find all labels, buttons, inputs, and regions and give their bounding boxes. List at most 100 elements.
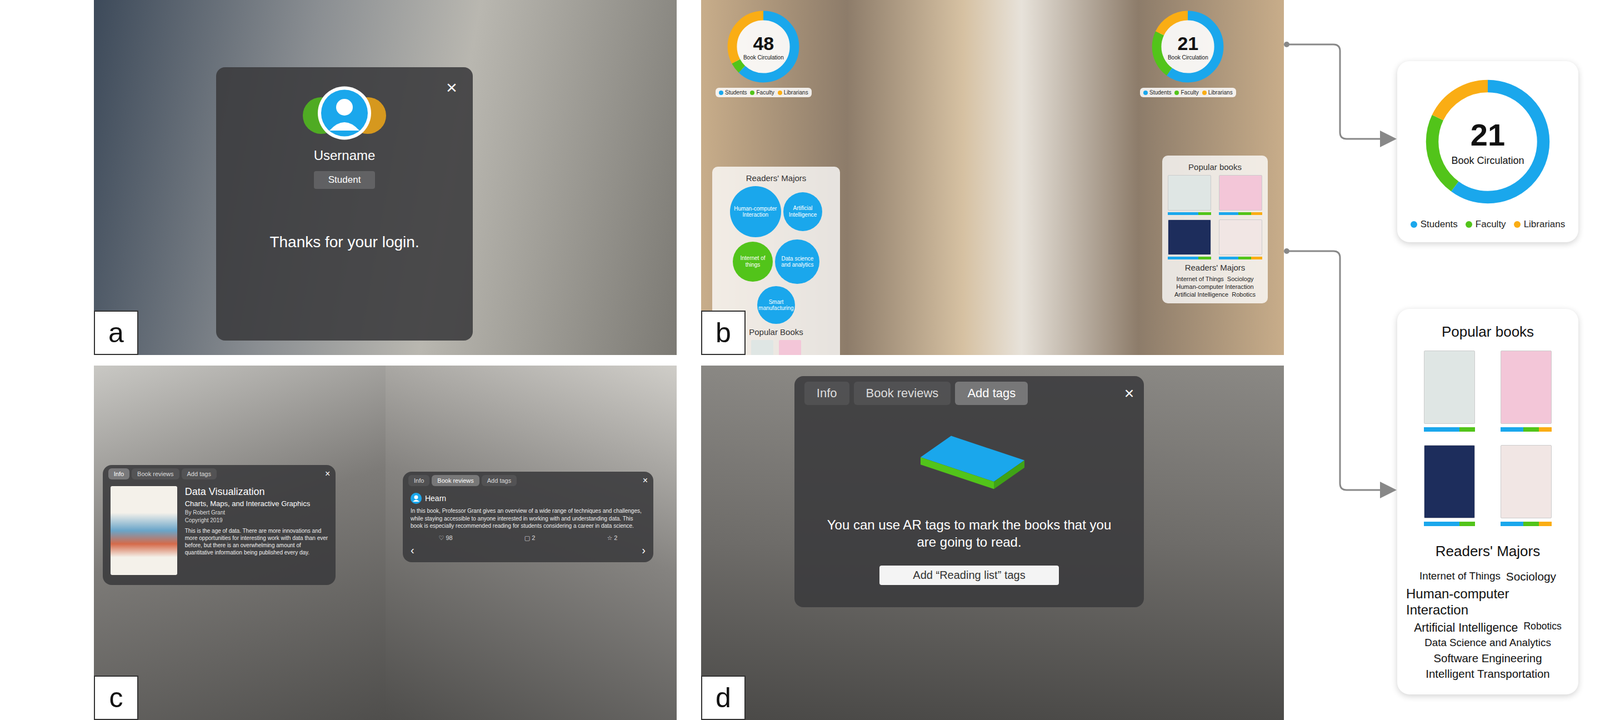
tab[interactable]: Book reviews [853, 381, 952, 405]
book [1500, 350, 1552, 432]
legend-item: Librarians [777, 89, 809, 96]
panel-label: c [93, 675, 139, 720]
book-grid [1423, 350, 1552, 527]
circulation-widget: 48Book CirculationStudentsFacultyLibrari… [715, 7, 812, 98]
card-title: Popular books [1441, 323, 1534, 341]
major-bubble: Data science and analytics [775, 239, 820, 284]
tagging-window: InfoBook reviewsAdd tags×You can use AR … [794, 376, 1144, 607]
major-word: Internet of Things [1419, 570, 1501, 584]
stat[interactable]: ♡ 98 [438, 534, 453, 542]
major-word: Intelligent Transportation [1425, 667, 1550, 681]
major-word: Internet of Things [1176, 275, 1224, 283]
close-button[interactable]: × [442, 76, 461, 99]
panel-label: d [701, 675, 746, 720]
book-bar [1167, 256, 1212, 260]
legend-item: Librarians [1202, 89, 1233, 96]
role-badge: Student [313, 171, 376, 189]
panel-label: a [93, 310, 139, 355]
ar-tag-icon [908, 432, 1031, 494]
user-icon [410, 492, 422, 504]
legend-item: Students [1143, 89, 1172, 96]
book [1500, 445, 1552, 527]
major-word: Software Engineering [1433, 651, 1543, 665]
tab[interactable]: Book reviews [431, 475, 479, 487]
review-text: In this book, Professor Grant gives an o… [402, 507, 654, 530]
book-subtitle: Charts, Maps, and Interactive Graphics [185, 499, 329, 508]
tab-bar: InfoBook reviewsAdd tags × [794, 376, 1144, 411]
book-cover [1500, 445, 1552, 519]
donut-segment [1432, 86, 1544, 198]
previous-button[interactable]: ‹ [410, 543, 415, 557]
popular-books-card: Popular booksReaders' MajorsInternet of … [1397, 308, 1579, 695]
legend-item: Faculty [750, 89, 774, 96]
stat[interactable]: ☆ 2 [606, 534, 618, 542]
tab[interactable]: Book reviews [131, 468, 179, 480]
widget-title: Readers' Majors [1167, 262, 1263, 273]
avatar-icon [294, 83, 395, 143]
login-message: Thanks for your login. [269, 233, 419, 252]
major-word: Human-computer Interaction [1176, 283, 1254, 290]
widget-title: Readers' Majors [717, 173, 835, 183]
book [1218, 175, 1263, 215]
add-tag-button[interactable]: Add “Reading list” tags [879, 565, 1059, 585]
book [1218, 219, 1263, 260]
book-cover [1218, 219, 1263, 255]
close-button[interactable]: × [1124, 383, 1135, 403]
book-copyright: Copyright 2019 [185, 517, 329, 524]
major-word: Robotics [1523, 620, 1562, 635]
book-bar [1500, 427, 1552, 432]
donut-segment [732, 15, 795, 78]
next-button[interactable]: › [641, 543, 646, 557]
tab[interactable]: Info [108, 468, 130, 480]
major-word: Sociology [1227, 275, 1254, 283]
book-grid [1167, 175, 1263, 260]
review-stats: ♡ 98 ▢ 2 ☆ 2 [402, 534, 654, 542]
tab[interactable]: Info [804, 381, 850, 405]
panel-label: b [701, 310, 746, 355]
reviewer: Hearn [402, 489, 654, 508]
username: Username [313, 147, 376, 164]
book-review-photo: InfoBook reviewsAdd tags × HearnIn this bo… [385, 365, 678, 720]
major-bubble: Internet of things [732, 241, 774, 283]
major-bubble: Smart manufacturing [757, 286, 795, 324]
major-word: Robotics [1231, 291, 1256, 298]
book [1423, 350, 1475, 432]
legend: StudentsFacultyLibrarians [1410, 218, 1566, 230]
book-cover [1167, 175, 1212, 211]
book-info-photo: InfoBook reviewsAdd tags×Data Visualizat… [93, 365, 386, 720]
tagging-photo: InfoBook reviewsAdd tags×You can use AR … [701, 365, 1284, 720]
book-author: By Robert Grant [185, 509, 329, 516]
donut-value: 21 [1177, 32, 1199, 55]
book-info-window: InfoBook reviewsAdd tags×Data Visualizat… [102, 465, 337, 585]
major-word: Data Science and Analytics [1424, 636, 1552, 650]
tab[interactable]: Info [408, 475, 430, 487]
book [1167, 219, 1212, 260]
legend: StudentsFacultyLibrarians [715, 87, 812, 98]
book-bar [1423, 521, 1475, 527]
tab[interactable]: Add tags [181, 468, 217, 480]
close-button[interactable]: × [642, 475, 648, 486]
stat[interactable]: ▢ 2 [524, 534, 536, 542]
tab[interactable]: Add tags [955, 381, 1028, 405]
book-bar [1218, 212, 1263, 215]
major-bubble: Human-computer Interaction [730, 186, 782, 238]
book-cover [1218, 175, 1263, 211]
book-cover [1423, 445, 1475, 519]
dashboard-photo: 48Book CirculationStudentsFacultyLibrari… [701, 0, 1284, 355]
donut-value: 21 [1470, 116, 1505, 153]
donut-segment [1432, 86, 1544, 198]
widget-title: Popular books [1167, 162, 1263, 172]
legend-item: Librarians [1513, 218, 1566, 230]
tab[interactable]: Add tags [481, 475, 517, 487]
word-cloud: Internet of ThingsSociologyHuman-compute… [1167, 275, 1263, 298]
book-cover [1500, 350, 1552, 424]
close-button[interactable]: × [325, 468, 330, 479]
circulation-widget: 21Book CirculationStudentsFacultyLibrari… [1140, 7, 1237, 98]
book-review-window: InfoBook reviewsAdd tags × HearnIn this bo… [402, 471, 654, 563]
donut-value: 48 [752, 32, 774, 55]
detail-column: 21Book CirculationStudentsFacultyLibrari… [1397, 0, 1579, 720]
connector-arrows [0, 0, 1600, 720]
donut-segment [1156, 15, 1219, 78]
circulation-card: 21Book CirculationStudentsFacultyLibrari… [1397, 61, 1579, 243]
bubble-cluster: Human-computer InteractionArtificial Int… [717, 186, 835, 324]
